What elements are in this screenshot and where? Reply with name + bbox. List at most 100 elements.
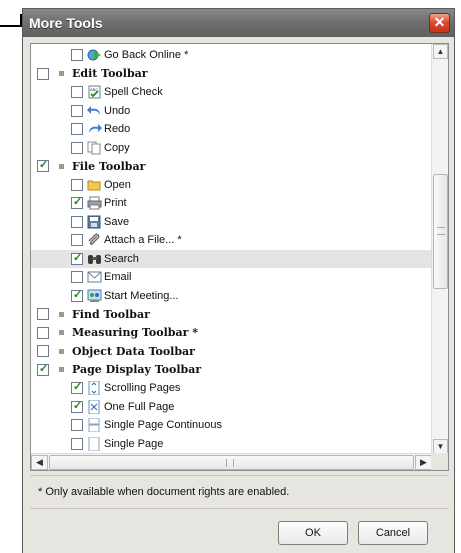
cancel-button[interactable]: Cancel bbox=[358, 521, 428, 545]
checkbox[interactable] bbox=[37, 326, 49, 339]
toolbar-group-label: Edit Toolbar bbox=[72, 67, 148, 80]
expand-toggle-icon[interactable] bbox=[59, 163, 64, 169]
redo-icon bbox=[87, 122, 102, 136]
more-tools-dialog: More Tools ✕ Go Back Online * Edit Toolba… bbox=[22, 8, 455, 553]
expand-toggle-icon[interactable] bbox=[59, 71, 64, 76]
tool-item-row[interactable]: Attach a File... * bbox=[31, 231, 432, 249]
tool-item-label: Redo bbox=[104, 123, 131, 135]
checkbox[interactable] bbox=[71, 271, 83, 283]
full-page-icon bbox=[87, 399, 102, 414]
tools-list-rows: Go Back Online * Edit Toolbar ABC Spell Che… bbox=[31, 44, 432, 454]
tool-item-label: Save bbox=[104, 215, 130, 228]
undo-icon bbox=[87, 104, 102, 118]
checkbox[interactable] bbox=[71, 234, 83, 246]
tool-item-label: Single Page Continuous bbox=[104, 419, 223, 431]
tool-item-row[interactable]: Scrolling Pages bbox=[31, 379, 432, 397]
checkbox[interactable] bbox=[71, 86, 83, 98]
expand-toggle-icon[interactable] bbox=[59, 330, 64, 335]
spell-check-icon: ABC bbox=[87, 85, 102, 99]
checkbox[interactable] bbox=[71, 251, 83, 265]
toolbar-group-label: Object Data Toolbar bbox=[72, 344, 195, 358]
scroll-left-button[interactable]: ◀ bbox=[31, 455, 48, 470]
copy-icon bbox=[87, 141, 102, 155]
checkbox[interactable] bbox=[71, 49, 83, 61]
toolbar-group-row[interactable]: Measuring Toolbar * bbox=[31, 324, 432, 342]
tool-item-label: Copy bbox=[104, 141, 130, 154]
tool-item-row[interactable]: Undo bbox=[31, 102, 432, 120]
printer-icon bbox=[87, 196, 102, 210]
toolbar-group-row[interactable]: Object Data Toolbar bbox=[31, 342, 432, 360]
horizontal-scroll-thumb[interactable] bbox=[49, 455, 414, 470]
page-continuous-icon bbox=[87, 417, 102, 433]
checkbox[interactable] bbox=[71, 178, 83, 191]
close-button[interactable]: ✕ bbox=[429, 13, 450, 33]
scroll-up-button[interactable]: ▲ bbox=[433, 44, 448, 59]
tool-item-row[interactable]: Redo bbox=[31, 120, 432, 138]
checkbox[interactable] bbox=[71, 437, 83, 450]
rights-note-text: * Only available when document rights ar… bbox=[38, 486, 290, 498]
tool-item-label: Single Page bbox=[104, 437, 164, 450]
toolbar-group-row[interactable]: Edit Toolbar bbox=[31, 65, 432, 83]
tools-list: Go Back Online * Edit Toolbar ABC Spell Che… bbox=[30, 43, 449, 471]
tool-item-row[interactable]: Copy bbox=[31, 139, 432, 157]
checkbox[interactable] bbox=[71, 123, 83, 135]
globe-arrow-icon bbox=[87, 48, 102, 62]
tool-item-label: Open bbox=[104, 178, 131, 191]
checkbox[interactable] bbox=[71, 288, 83, 302]
checkbox[interactable] bbox=[71, 104, 83, 117]
single-page-icon bbox=[87, 436, 102, 451]
toolbar-group-label: File Toolbar bbox=[72, 159, 146, 173]
toolbar-group-row[interactable]: File Toolbar bbox=[31, 157, 432, 175]
tool-item-row[interactable]: Single Page bbox=[31, 435, 432, 453]
expand-toggle-icon[interactable] bbox=[59, 367, 64, 372]
horizontal-scrollbar[interactable]: ◀ ▶ bbox=[31, 453, 432, 470]
tool-item-label: Print bbox=[104, 197, 127, 209]
checkbox[interactable] bbox=[71, 195, 83, 209]
toolbar-group-label: Page Display Toolbar bbox=[72, 363, 202, 376]
tool-item-row[interactable]: ABC Spell Check bbox=[31, 83, 432, 101]
tool-item-label: Search bbox=[104, 252, 139, 265]
ok-button[interactable]: OK bbox=[278, 521, 348, 545]
checkbox[interactable] bbox=[71, 141, 83, 154]
checkbox[interactable] bbox=[37, 158, 49, 172]
tool-item-row[interactable]: Open bbox=[31, 176, 432, 194]
checkbox[interactable] bbox=[71, 380, 83, 394]
tool-item-row[interactable]: Email bbox=[31, 268, 432, 286]
tool-item-row[interactable]: Search bbox=[31, 249, 432, 268]
scroll-right-button[interactable]: ▶ bbox=[415, 455, 432, 470]
tool-item-label: Spell Check bbox=[104, 86, 163, 98]
binoculars-icon bbox=[87, 252, 102, 266]
checkbox[interactable] bbox=[71, 215, 83, 228]
toolbar-group-label: Measuring Toolbar * bbox=[72, 326, 198, 339]
rights-note: * Only available when document rights ar… bbox=[30, 475, 449, 509]
checkbox[interactable] bbox=[37, 308, 49, 320]
toolbar-group-row[interactable]: Page Display Toolbar bbox=[31, 361, 432, 379]
checkbox[interactable] bbox=[37, 345, 49, 357]
tool-item-label: Go Back Online * bbox=[104, 49, 189, 61]
callout-pointer bbox=[0, 25, 22, 27]
folder-open-icon bbox=[87, 178, 102, 192]
grip-icon bbox=[437, 227, 445, 235]
tool-item-row[interactable]: Save bbox=[31, 213, 432, 231]
expand-toggle-icon[interactable] bbox=[59, 311, 64, 317]
scrollbar-corner bbox=[431, 453, 448, 470]
tool-item-row[interactable]: Print bbox=[31, 194, 432, 212]
toolbar-group-row[interactable]: Find Toolbar bbox=[31, 305, 432, 323]
tool-item-row[interactable]: One Full Page bbox=[31, 398, 432, 416]
title-bar[interactable]: More Tools ✕ bbox=[23, 9, 454, 37]
checkbox[interactable] bbox=[37, 67, 49, 80]
scrolling-pages-icon bbox=[87, 380, 102, 396]
expand-toggle-icon[interactable] bbox=[59, 348, 64, 354]
vertical-scrollbar[interactable]: ▲ ▼ bbox=[431, 44, 448, 454]
scroll-down-button[interactable]: ▼ bbox=[433, 439, 448, 454]
checkbox[interactable] bbox=[71, 399, 83, 413]
tool-item-row[interactable]: Go Back Online * bbox=[31, 46, 432, 64]
tool-item-label: Undo bbox=[104, 104, 131, 117]
checkbox[interactable] bbox=[71, 419, 83, 431]
vertical-scroll-thumb[interactable] bbox=[433, 174, 448, 289]
tool-item-row[interactable]: Start Meeting... bbox=[31, 287, 432, 305]
tool-item-row[interactable]: Single Page Continuous bbox=[31, 416, 432, 434]
meeting-icon bbox=[87, 289, 102, 303]
checkbox[interactable] bbox=[37, 362, 49, 376]
tool-item-label: Email bbox=[104, 271, 132, 283]
